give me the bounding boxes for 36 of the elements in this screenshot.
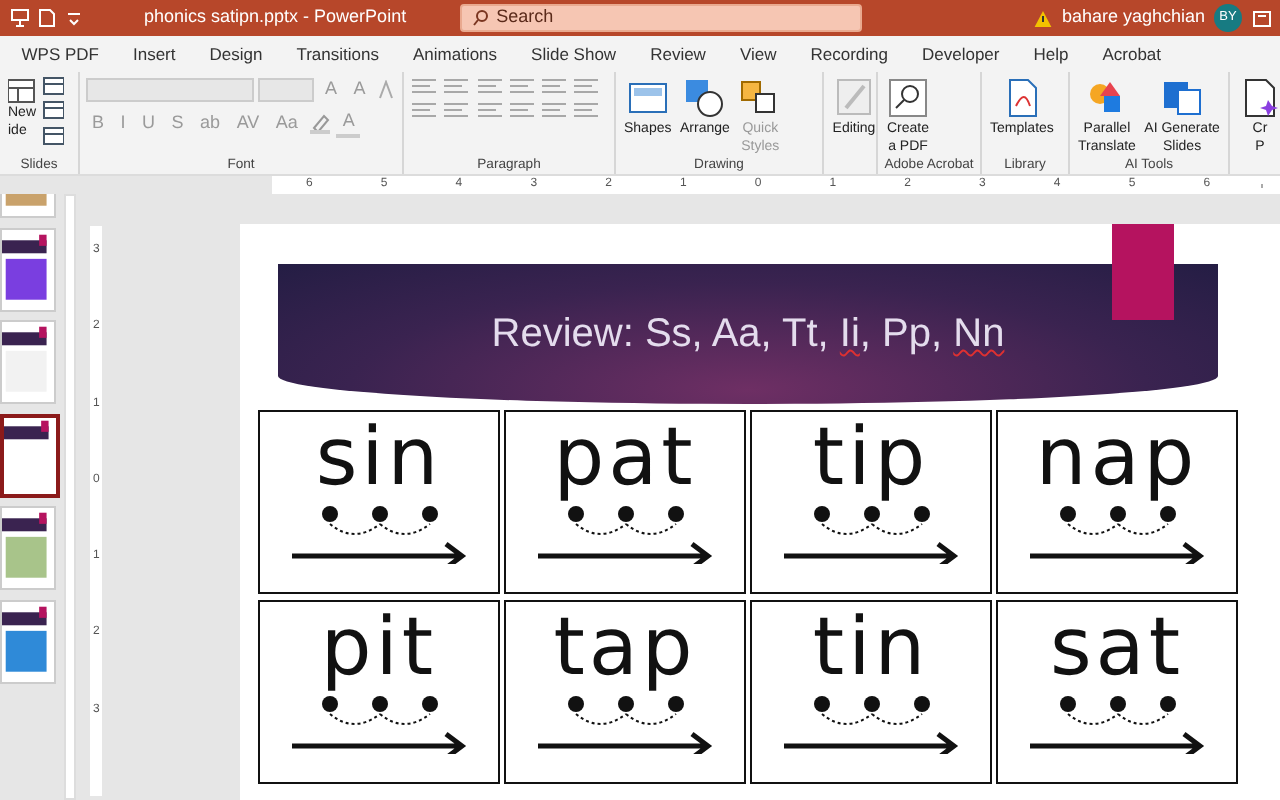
window-title: phonics satipn.pptx - PowerPoint	[144, 4, 407, 31]
slide-thumbnail[interactable]	[0, 413, 60, 497]
ribbon-tab[interactable]: Insert	[115, 41, 193, 67]
ribbon-tab[interactable]: View	[722, 41, 794, 67]
ribbon-tab[interactable]: Developer	[904, 41, 1017, 67]
word-text: sat	[1049, 602, 1185, 694]
ribbon-tab[interactable]: WPS PDF	[4, 41, 116, 67]
word-text: nap	[1035, 412, 1199, 504]
reset-icon[interactable]	[42, 100, 65, 121]
ribbon-tab[interactable]: Help	[1016, 41, 1086, 67]
ribbon-tab[interactable]: Recording	[793, 41, 905, 67]
ribbon-tab[interactable]: Acrobat	[1085, 41, 1179, 67]
section-icon[interactable]	[42, 125, 65, 145]
document-icon[interactable]	[38, 8, 56, 28]
slide-title: Review: Ss, Aa, Tt, Ii, Pp, Nn	[491, 310, 1005, 360]
account-name[interactable]: bahare yaghchian	[1061, 4, 1205, 32]
ribbon-tab[interactable]: Design	[192, 41, 280, 67]
customize-icon[interactable]	[65, 10, 81, 26]
word-text: pat	[553, 412, 697, 504]
scrollbar[interactable]	[63, 194, 77, 800]
accent-bar	[1112, 224, 1174, 320]
ribbon-tab[interactable]: Transitions	[279, 41, 396, 67]
search-field[interactable]: Search	[460, 4, 863, 32]
layout-icon[interactable]	[42, 76, 65, 96]
warning-icon	[1034, 9, 1053, 27]
presenter-icon[interactable]	[9, 8, 29, 28]
word-text: tap	[553, 602, 697, 694]
word-text: pit	[320, 602, 438, 694]
word-text: tin	[812, 602, 930, 694]
word-text: sin	[315, 412, 443, 504]
search-icon	[471, 10, 488, 26]
ribbon-tab[interactable]: Slide Show	[514, 41, 634, 67]
word-text: tip	[812, 412, 930, 504]
ribbon-tab[interactable]: Animations	[395, 41, 515, 67]
restore-icon[interactable]	[1251, 9, 1271, 27]
ribbon-tab[interactable]: Review	[633, 41, 723, 67]
